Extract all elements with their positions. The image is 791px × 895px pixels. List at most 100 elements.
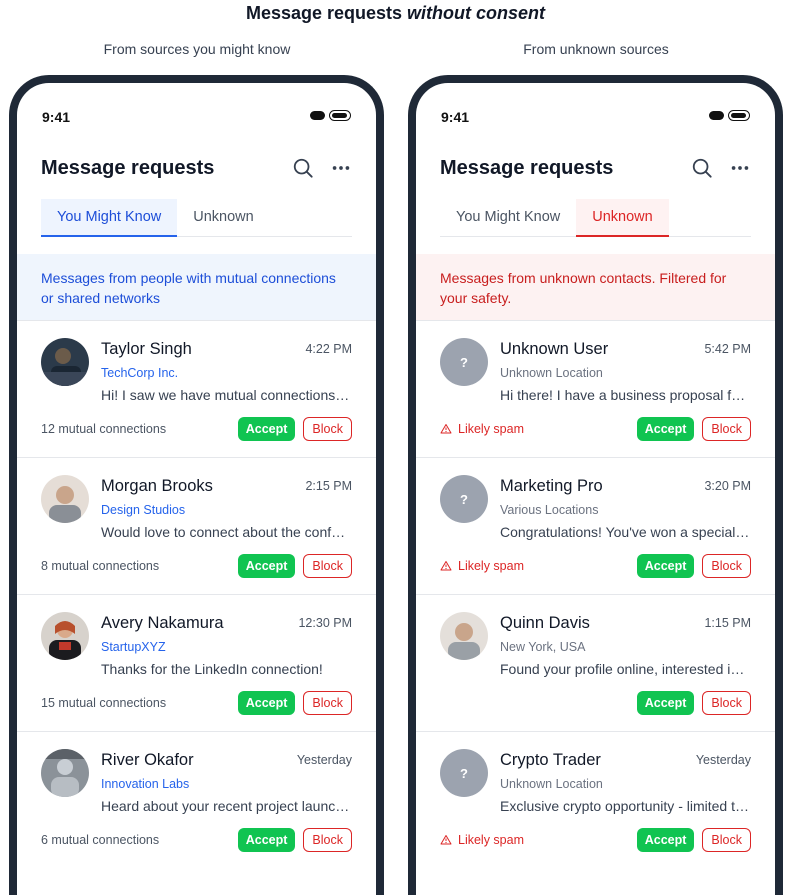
block-button[interactable]: Block xyxy=(303,417,352,441)
sender-company[interactable]: StartupXYZ xyxy=(101,640,166,654)
spam-warning: Likely spam xyxy=(440,422,524,436)
tab-you-might-know[interactable]: You Might Know xyxy=(440,199,576,237)
block-button[interactable]: Block xyxy=(303,691,352,715)
spam-warning: Likely spam xyxy=(440,559,524,573)
request-list: Taylor Singh 4:22 PM TechCorp Inc. Hi! I… xyxy=(17,320,376,868)
screen-title: Message requests xyxy=(440,157,614,179)
unknown-avatar: ? xyxy=(440,475,488,523)
list-item[interactable]: Taylor Singh 4:22 PM TechCorp Inc. Hi! I… xyxy=(17,320,376,457)
sender-name: Taylor Singh xyxy=(101,340,192,358)
page-title-emphasis: without consent xyxy=(407,3,546,23)
sender-location: Unknown Location xyxy=(500,366,603,380)
unknown-avatar: ? xyxy=(440,749,488,797)
accept-button[interactable]: Accept xyxy=(237,554,296,578)
request-list: ? Unknown User 5:42 PM Unknown Location … xyxy=(416,320,775,868)
warning-icon xyxy=(440,835,452,845)
message-preview: Thanks for the LinkedIn connection! xyxy=(101,661,323,677)
message-preview: Hi there! I have a business proposal for… xyxy=(500,387,751,403)
list-item[interactable]: ? Marketing Pro 3:20 PM Various Location… xyxy=(416,457,775,594)
block-button[interactable]: Block xyxy=(303,554,352,578)
list-item[interactable]: ? Crypto Trader Yesterday Unknown Locati… xyxy=(416,731,775,868)
more-options-icon[interactable] xyxy=(330,157,352,179)
search-icon[interactable] xyxy=(691,157,713,179)
sender-location: Various Locations xyxy=(500,503,599,517)
block-button[interactable]: Block xyxy=(702,554,751,578)
status-indicators xyxy=(709,110,750,122)
tab-you-might-know[interactable]: You Might Know xyxy=(41,199,178,237)
avatar xyxy=(440,612,488,660)
message-preview: Would love to connect about the conferen… xyxy=(101,524,352,540)
message-time: Yesterday xyxy=(695,753,751,767)
list-item[interactable]: Quinn Davis 1:15 PM New York, USA Found … xyxy=(416,594,775,731)
spam-warning: Likely spam xyxy=(440,833,524,847)
block-button[interactable]: Block xyxy=(303,828,352,852)
block-button[interactable]: Block xyxy=(702,691,751,715)
sender-company[interactable]: Design Studios xyxy=(101,503,185,517)
tab-unknown[interactable]: Unknown xyxy=(576,199,669,237)
accept-button[interactable]: Accept xyxy=(636,417,695,441)
sender-name: Quinn Davis xyxy=(500,614,590,632)
accept-button[interactable]: Accept xyxy=(237,417,296,441)
right-column-label: From unknown sources xyxy=(523,41,669,57)
warning-icon xyxy=(440,561,452,571)
mutual-connections: 15 mutual connections xyxy=(41,696,167,710)
warning-banner: Messages from unknown contacts. Filtered… xyxy=(416,254,775,320)
warning-icon xyxy=(440,424,452,434)
message-preview: Exclusive crypto opportunity - limited t… xyxy=(500,798,751,814)
message-time: 3:20 PM xyxy=(704,479,751,493)
sender-company[interactable]: TechCorp Inc. xyxy=(101,366,178,380)
message-preview: Hi! I saw we have mutual connections at … xyxy=(101,387,352,403)
phone-known-sources: 9:41 Message requests You Might Know Unk… xyxy=(9,75,384,895)
tab-bar: You Might Know Unknown xyxy=(41,199,352,237)
info-banner: Messages from people with mutual connect… xyxy=(17,254,376,320)
sender-company[interactable]: Innovation Labs xyxy=(101,777,189,791)
mutual-connections: 8 mutual connections xyxy=(41,559,160,573)
accept-button[interactable]: Accept xyxy=(636,691,695,715)
status-time: 9:41 xyxy=(42,109,71,125)
battery-icon xyxy=(728,110,750,121)
avatar xyxy=(41,475,89,523)
sender-name: Unknown User xyxy=(500,340,609,358)
tab-bar: You Might Know Unknown xyxy=(440,199,751,237)
accept-button[interactable]: Accept xyxy=(237,691,296,715)
sender-name: Crypto Trader xyxy=(500,751,601,769)
message-time: 2:15 PM xyxy=(305,479,352,493)
sender-location: Unknown Location xyxy=(500,777,603,791)
spam-label: Likely spam xyxy=(458,559,524,573)
avatar xyxy=(41,749,89,797)
signal-icon xyxy=(709,111,724,120)
sender-location: New York, USA xyxy=(500,640,586,654)
page-title-text: Message requests xyxy=(245,3,408,23)
accept-button[interactable]: Accept xyxy=(636,554,695,578)
status-bar: 9:41 xyxy=(441,109,750,127)
screen-header: Message requests xyxy=(440,157,751,183)
page-title: Message requests without consent xyxy=(0,3,791,24)
screen-title: Message requests xyxy=(41,157,215,179)
block-button[interactable]: Block xyxy=(702,828,751,852)
spam-label: Likely spam xyxy=(458,833,524,847)
mutual-connections: 6 mutual connections xyxy=(41,833,160,847)
accept-button[interactable]: Accept xyxy=(237,828,296,852)
list-item[interactable]: ? Unknown User 5:42 PM Unknown Location … xyxy=(416,320,775,457)
message-preview: Heard about your recent project launch..… xyxy=(101,798,352,814)
status-time: 9:41 xyxy=(441,109,470,125)
message-preview: Found your profile online, interested in… xyxy=(500,661,751,677)
message-time: 1:15 PM xyxy=(704,616,751,630)
more-options-icon[interactable] xyxy=(729,157,751,179)
sender-name: Marketing Pro xyxy=(500,477,603,495)
block-button[interactable]: Block xyxy=(702,417,751,441)
list-item[interactable]: River Okafor Yesterday Innovation Labs H… xyxy=(17,731,376,868)
avatar xyxy=(41,338,89,386)
status-indicators xyxy=(310,110,351,122)
list-item[interactable]: Avery Nakamura 12:30 PM StartupXYZ Thank… xyxy=(17,594,376,731)
list-item[interactable]: Morgan Brooks 2:15 PM Design Studios Wou… xyxy=(17,457,376,594)
accept-button[interactable]: Accept xyxy=(636,828,695,852)
unknown-avatar: ? xyxy=(440,338,488,386)
status-bar: 9:41 xyxy=(42,109,351,127)
message-time: 12:30 PM xyxy=(298,616,352,630)
screen-header: Message requests xyxy=(41,157,352,183)
avatar xyxy=(41,612,89,660)
tab-unknown[interactable]: Unknown xyxy=(177,199,269,237)
search-icon[interactable] xyxy=(292,157,314,179)
sender-name: Avery Nakamura xyxy=(101,614,224,632)
